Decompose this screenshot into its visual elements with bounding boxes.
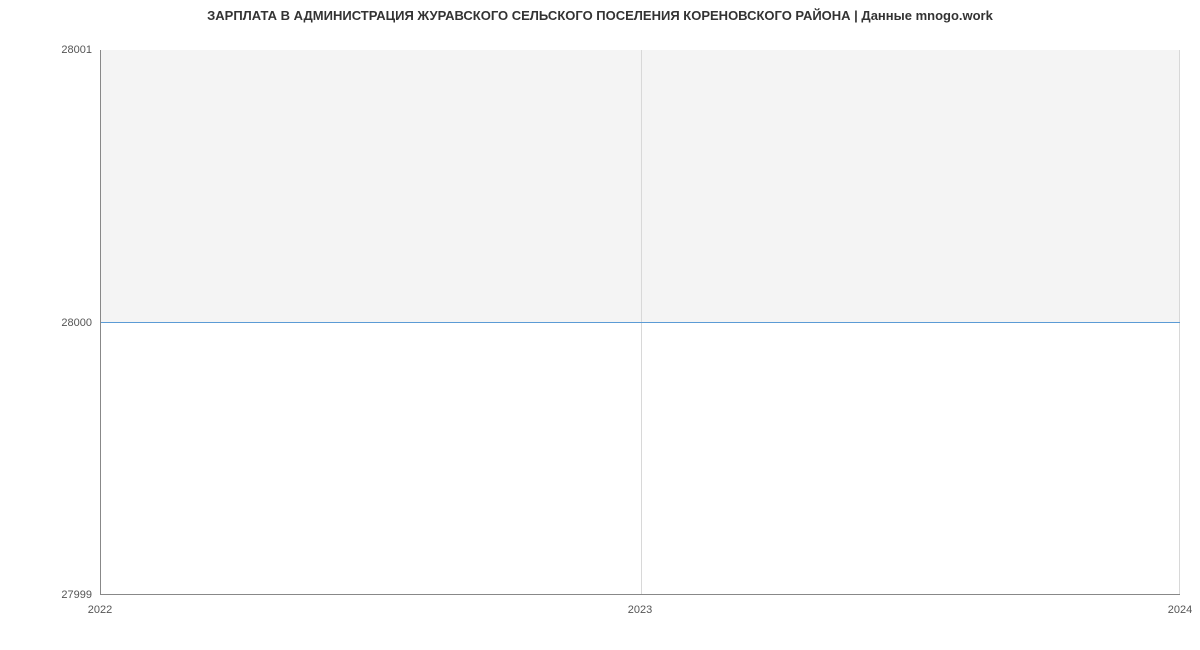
- y-tick-28000: 28000: [61, 317, 92, 329]
- y-tick-27999: 27999: [61, 589, 92, 601]
- plot-area: [100, 50, 1180, 595]
- y-tick-28001: 28001: [61, 44, 92, 56]
- chart-title: ЗАРПЛАТА В АДМИНИСТРАЦИЯ ЖУРАВСКОГО СЕЛЬ…: [0, 8, 1200, 23]
- x-tick-2022: 2022: [88, 604, 112, 616]
- x-tick-2023: 2023: [628, 604, 652, 616]
- x-tick-2024: 2024: [1168, 604, 1192, 616]
- data-line: [101, 322, 1180, 323]
